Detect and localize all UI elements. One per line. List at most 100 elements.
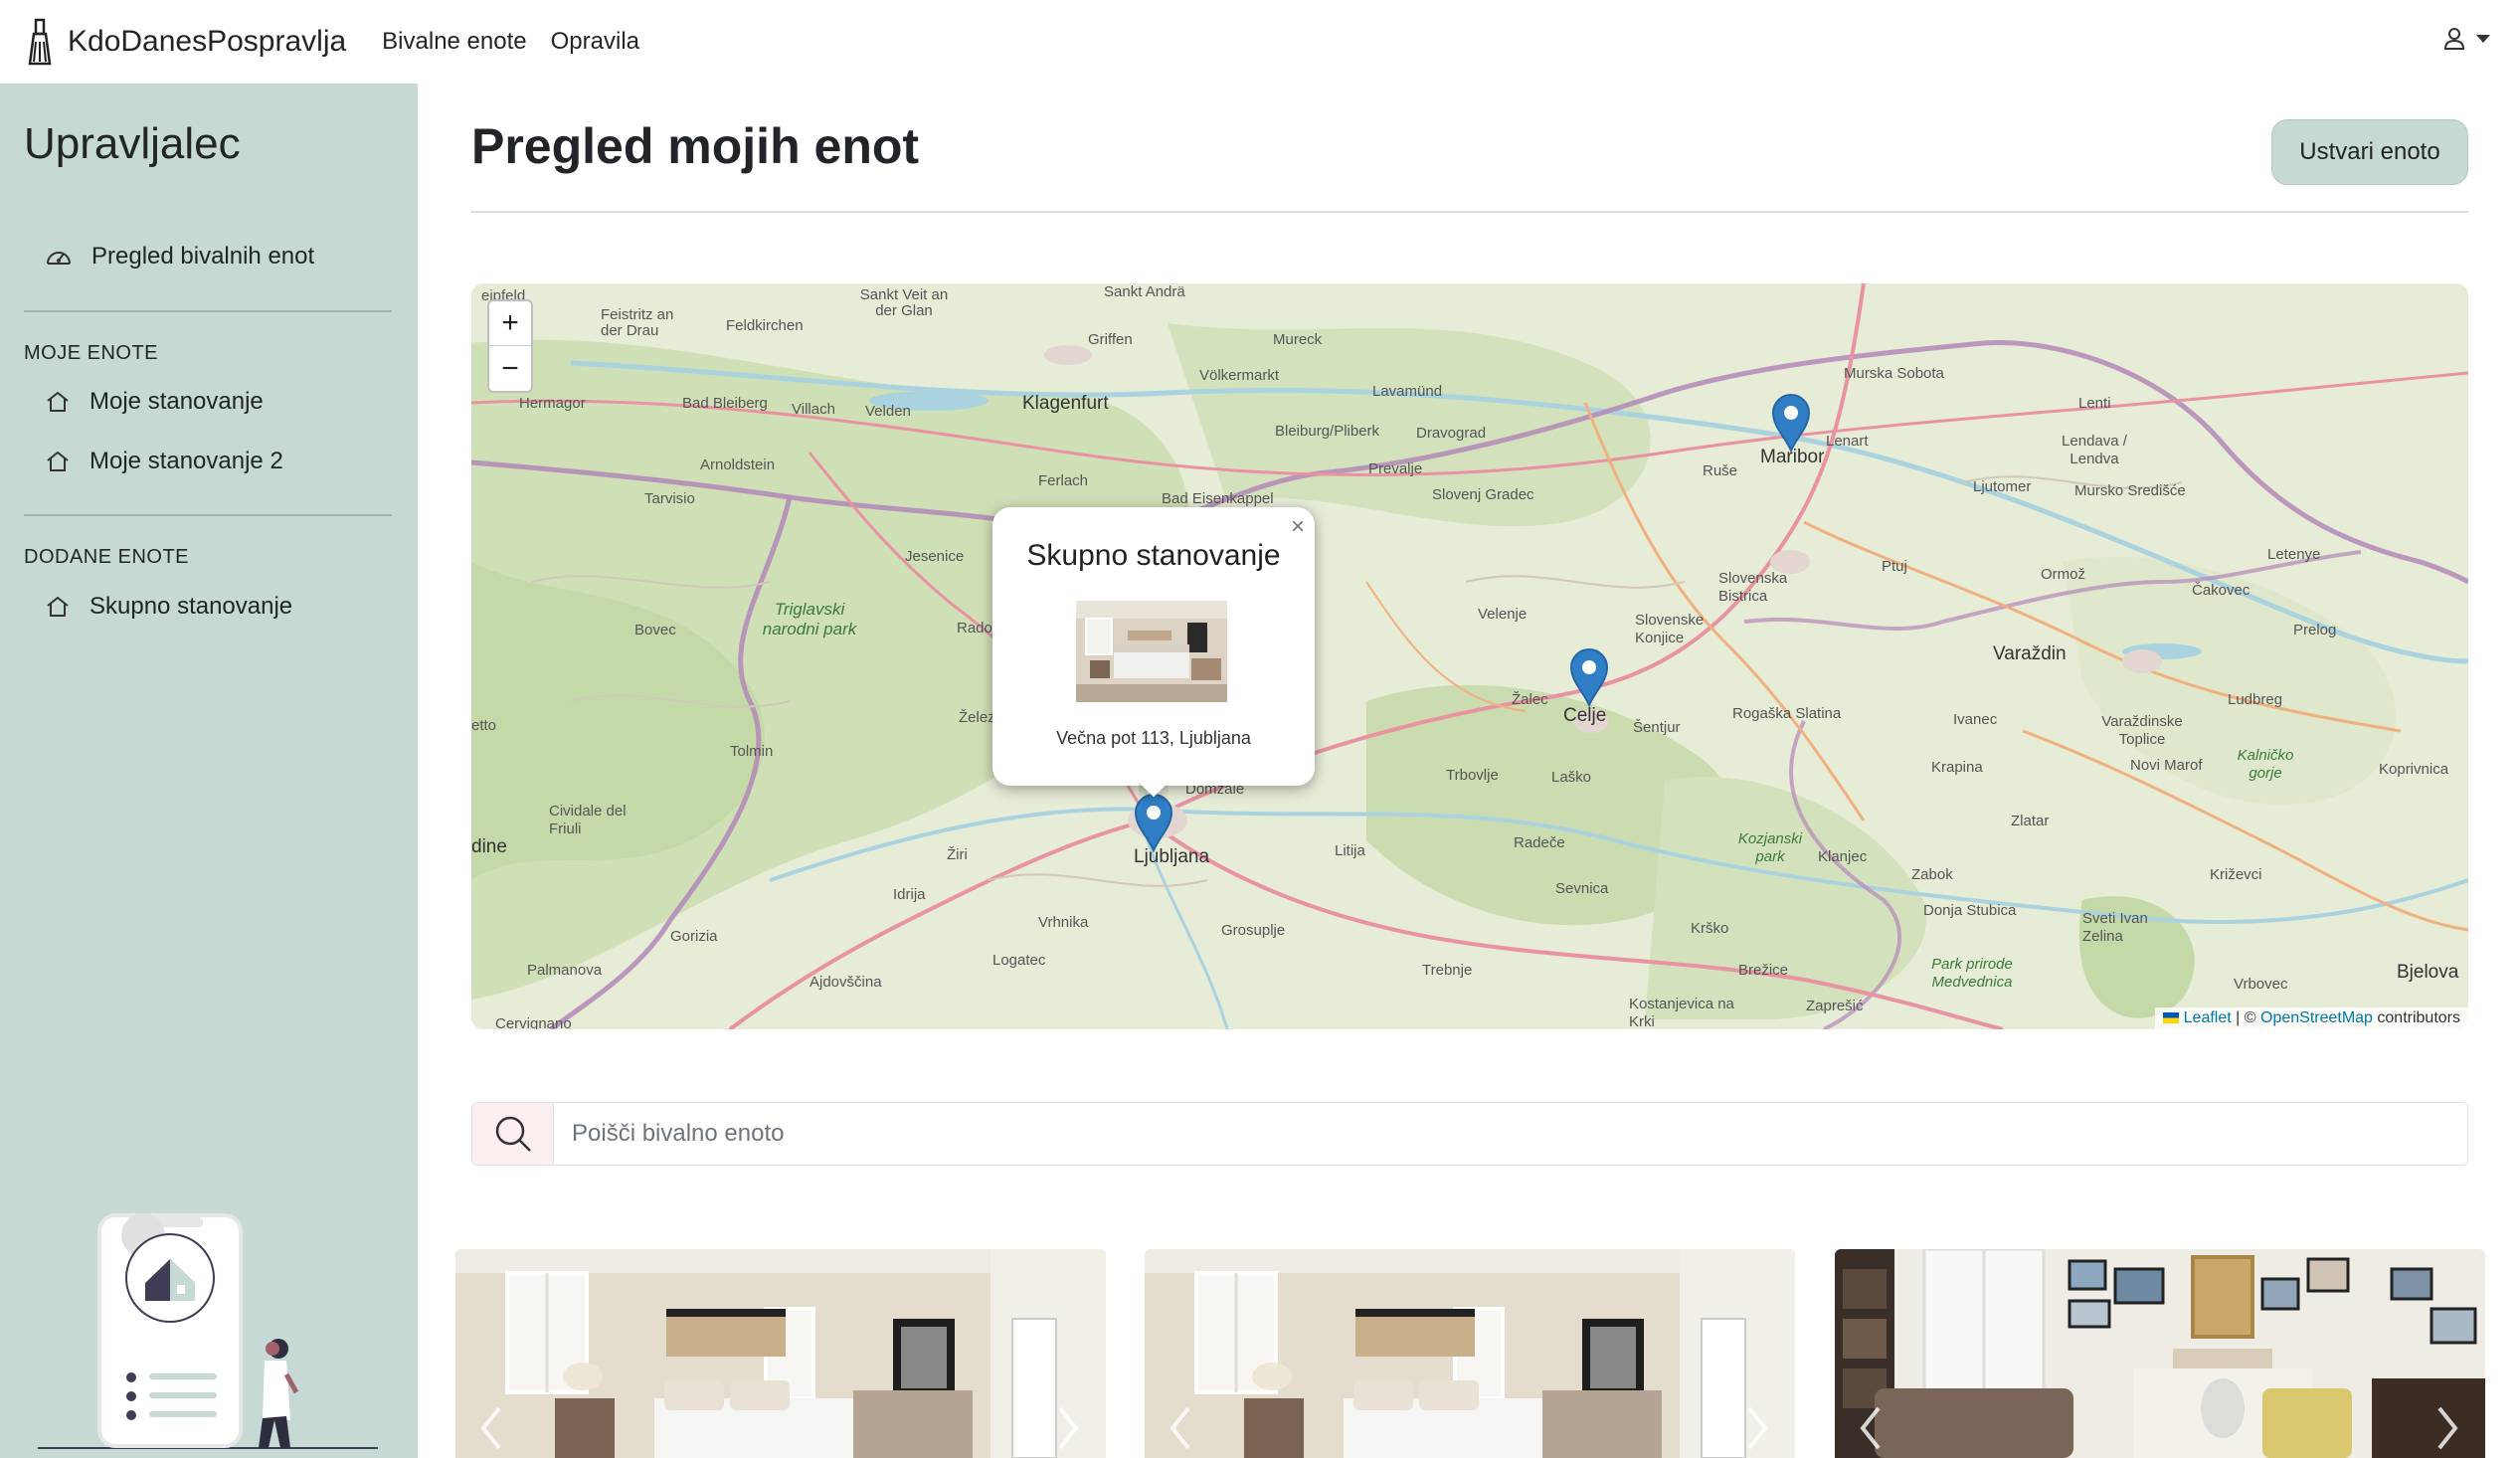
map-label: Novi Marof <box>2130 757 2203 774</box>
speedometer-icon <box>47 252 71 265</box>
map-label: Bleiburg/Pliberk <box>1275 423 1380 440</box>
map-label: Lavamünd <box>1372 383 1443 400</box>
map-label: Žiri <box>947 846 968 863</box>
search-icon <box>495 1116 531 1152</box>
map-label: Varaždin <box>1993 643 2067 664</box>
map-marker-ljubljana[interactable] <box>1134 793 1173 852</box>
map-label: Laško <box>1551 769 1592 786</box>
sidebar-title: Upravljalec <box>24 119 241 168</box>
map-label: Zaprešić <box>1806 998 1864 1014</box>
popup-tip <box>1139 782 1169 802</box>
map-label: Celje <box>1563 705 1607 726</box>
map-label: Bovec <box>634 622 676 638</box>
map-label: Zlatar <box>2011 813 2050 829</box>
map-label: Lendava / Lendva <box>2062 433 2127 467</box>
map-label: Ormož <box>2041 566 2085 583</box>
popup-unit-photo <box>1076 601 1227 702</box>
map-popup: × Skupno stanovanje Večna pot 113, Ljubl… <box>992 507 1315 786</box>
sidebar-item-pregled[interactable]: Pregled bivalnih enot <box>46 243 314 271</box>
map-label: Hermagor <box>519 395 586 412</box>
map-marker-celje[interactable] <box>1569 647 1609 707</box>
map-label: Tarvisio <box>644 490 695 507</box>
search-addon <box>472 1103 554 1165</box>
popup-address: Večna pot 113, Ljubljana <box>1056 728 1251 748</box>
zoom-in-button[interactable]: + <box>489 301 531 346</box>
map-label: Murska Sobota <box>1844 365 1944 382</box>
map-label: etto <box>471 717 497 734</box>
map-label: Slovenska Bistrica <box>1718 570 1788 605</box>
map-label: Gorizia <box>670 928 718 945</box>
map-label: Idrija <box>893 886 926 903</box>
page-title: Pregled mojih enot <box>471 118 920 174</box>
sidebar-divider <box>24 514 392 516</box>
map-label: dine <box>471 836 507 857</box>
leaflet-link[interactable]: Leaflet <box>2184 1009 2232 1026</box>
broom-logo-icon <box>28 18 52 66</box>
brand[interactable]: KdoDanesPospravlja <box>24 18 346 66</box>
map-label: Velden <box>865 403 911 420</box>
map-label: Ljutomer <box>1973 478 2032 495</box>
map-label: Sankt Andrä <box>1104 283 1185 300</box>
unit-card[interactable] <box>1835 1249 2485 1458</box>
search-input[interactable] <box>554 1103 2467 1165</box>
search-bar <box>471 1102 2468 1166</box>
map-label: Sankt Veit an der Glan <box>859 286 949 319</box>
map-label: Sveti Ivan Zelina <box>2082 910 2148 945</box>
brand-name: KdoDanesPospravlja <box>68 25 347 58</box>
map-label: Ivanec <box>1953 711 1998 728</box>
map-label: Krško <box>1691 920 1729 937</box>
map-label: Sevnica <box>1555 880 1609 897</box>
map-label: Mureck <box>1273 331 1323 348</box>
attribution-contributors: contributors <box>2377 1009 2460 1026</box>
map-label: Kalničko gorje <box>2237 747 2294 782</box>
map-label: Jesenice <box>905 548 965 565</box>
user-dropdown[interactable] <box>2444 28 2490 50</box>
map-label: Ferlach <box>1038 472 1089 489</box>
map-label: Mursko Središće <box>2074 482 2186 499</box>
nav-link-opravila[interactable]: Opravila <box>551 28 639 56</box>
map[interactable]: eipfeld Feistritz an der Drau Feldkirche… <box>471 283 2468 1029</box>
map-label: Arnoldstein <box>700 456 776 473</box>
sidebar-item-moje-stanovanje[interactable]: Moje stanovanje <box>46 388 264 416</box>
header-divider <box>471 211 2468 213</box>
map-label: Ptuj <box>1882 558 1907 575</box>
unit-card[interactable] <box>455 1249 1106 1458</box>
map-label: Park prirode Medvednica <box>1931 956 2013 991</box>
sidebar: Upravljalec Pregled bivalnih enot MOJE E… <box>0 84 418 1458</box>
map-label: Triglavski narodni park <box>762 600 857 638</box>
map-label: Griffen <box>1088 331 1133 348</box>
sidebar-divider <box>24 310 392 312</box>
map-label: Rado <box>957 620 992 637</box>
map-label: Vrhnika <box>1038 914 1089 931</box>
map-label: Zabok <box>1911 866 1953 883</box>
map-marker-maribor[interactable] <box>1771 393 1811 453</box>
nav-link-bivalne-enote[interactable]: Bivalne enote <box>382 28 526 56</box>
section-heading-moje-enote: MOJE ENOTE <box>24 342 159 364</box>
create-unit-button[interactable]: Ustvari enoto <box>2271 119 2468 185</box>
map-label: Palmanova <box>527 962 603 979</box>
map-attribution: Leaflet | © OpenStreetMap contributors <box>2155 1007 2468 1029</box>
zoom-out-button[interactable]: − <box>489 346 531 391</box>
map-label: Trbovlje <box>1446 767 1499 784</box>
bedroom-photo <box>1145 1249 1795 1458</box>
openstreetmap-link[interactable]: OpenStreetMap <box>2260 1009 2373 1026</box>
map-label: Logatec <box>992 952 1046 969</box>
map-label: Letenye <box>2267 546 2321 563</box>
map-label: Tolmin <box>730 743 774 760</box>
popup-close-button[interactable]: × <box>1291 513 1305 541</box>
top-navbar: KdoDanesPospravlja Bivalne enote Opravil… <box>0 0 2520 84</box>
map-label: Cividale del Friuli <box>549 803 627 837</box>
sidebar-item-skupno-stanovanje[interactable]: Skupno stanovanje <box>46 593 292 621</box>
sidebar-item-label: Moje stanovanje <box>90 388 264 415</box>
map-label: Slovenske Konjice <box>1635 612 1705 646</box>
map-label: Slovenj Gradec <box>1432 486 1534 503</box>
house-icon <box>47 597 69 617</box>
map-label: Donja Stubica <box>1923 902 2017 919</box>
map-label: Klanjec <box>1818 848 1868 865</box>
popup-title: Skupno stanovanje <box>1026 539 1281 572</box>
sidebar-item-moje-stanovanje-2[interactable]: Moje stanovanje 2 <box>46 448 283 475</box>
map-label: Varaždinske Toplice <box>2101 713 2183 748</box>
map-label: Cervignano <box>495 1015 572 1029</box>
map-label: Völkermarkt <box>1199 367 1280 384</box>
unit-card[interactable] <box>1145 1249 1795 1458</box>
